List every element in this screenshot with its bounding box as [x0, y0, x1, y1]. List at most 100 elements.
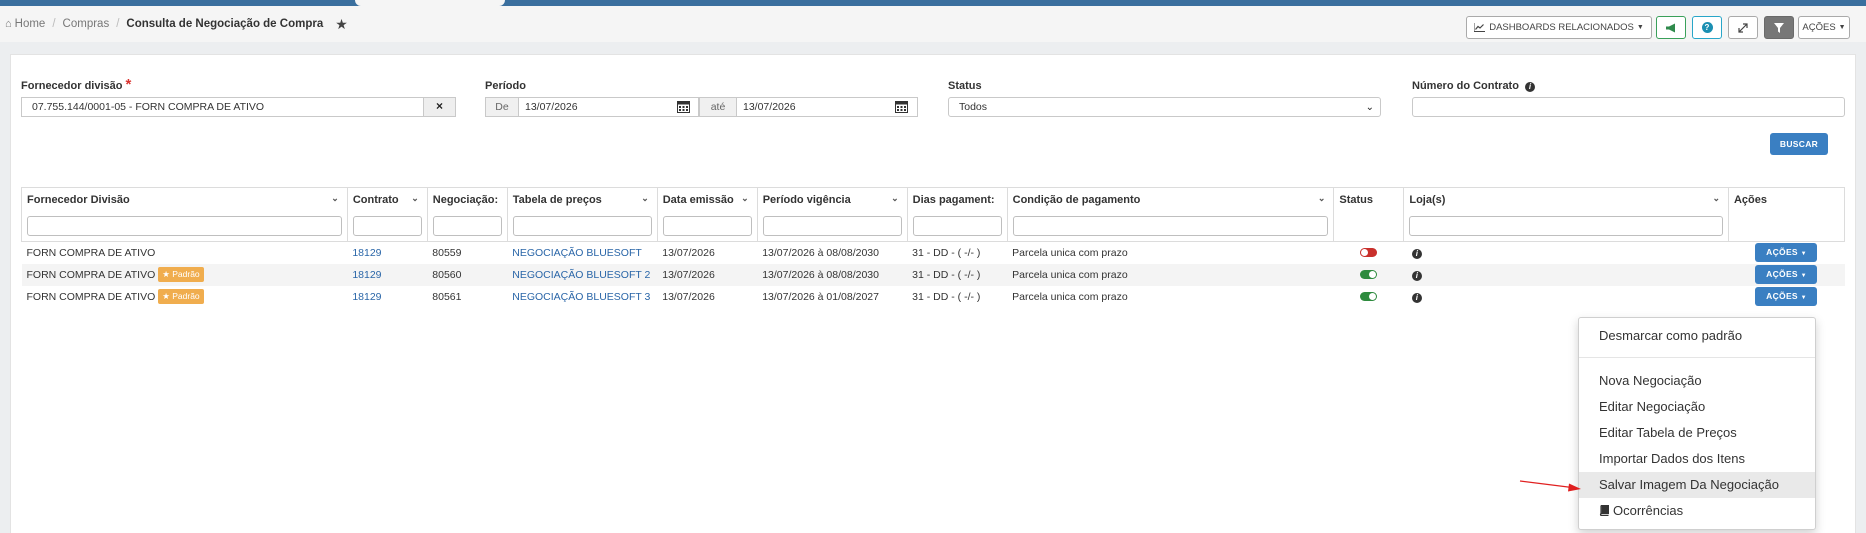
calendar-icon[interactable]	[895, 100, 908, 113]
chevron-down-icon[interactable]: ⌄	[1712, 193, 1720, 204]
cell-negotiation: 80561	[432, 290, 462, 303]
period-to-field[interactable]: 13/07/2026	[736, 97, 918, 117]
chevron-down-icon[interactable]: ⌄	[641, 193, 649, 204]
price-table-link[interactable]: NEGOCIAÇÃO BLUESOFT 3	[512, 291, 650, 303]
filter-cell	[426, 211, 508, 242]
period-to-addon: até	[699, 97, 737, 117]
filter-button[interactable]	[1764, 16, 1794, 39]
column-header-issue-date[interactable]: Data emissão ⌄	[656, 187, 758, 212]
status-toggle-off[interactable]	[1360, 248, 1378, 258]
chevron-down-icon[interactable]: ⌄	[1318, 193, 1326, 204]
filter-input-payment-condition[interactable]	[1012, 216, 1329, 237]
cell-payment-condition: Parcela unica com prazo	[1012, 290, 1128, 303]
caret-down-icon: ▼	[1800, 273, 1807, 279]
page-actions-dropdown[interactable]: AÇÕES ▼	[1798, 16, 1850, 39]
menu-item-edit-price-table[interactable]: Editar Tabela de Preços	[1579, 420, 1815, 446]
filter-cell	[506, 211, 658, 242]
filter-input-contract[interactable]	[352, 216, 422, 237]
column-header-payment-condition[interactable]: Condição de pagamento ⌄	[1006, 187, 1335, 212]
row-actions-label: AÇÕES	[1766, 247, 1798, 258]
filter-input-payment-days[interactable]	[912, 216, 1002, 237]
chevron-down-icon[interactable]: ⌄	[891, 193, 899, 204]
breadcrumb-compras[interactable]: Compras	[63, 18, 110, 30]
cell-payment-condition: Parcela unica com prazo	[1007, 263, 1334, 286]
clear-supplier-button[interactable]: ×	[423, 97, 456, 117]
column-header-negotiation[interactable]: Negociação:	[426, 187, 508, 212]
required-asterisk-icon: *	[125, 76, 132, 93]
chevron-down-icon: ⌄	[1365, 102, 1374, 113]
default-badge: ★ Padrão	[158, 289, 204, 304]
filter-cell	[1006, 211, 1335, 242]
home-icon[interactable]: ⌂	[5, 18, 12, 30]
dashboards-related-button[interactable]: DASHBOARDS RELACIONADOS ▼	[1466, 16, 1652, 39]
cell-actions: AÇÕES ▼	[1728, 242, 1844, 264]
cell-payment-days: 31 - DD - ( -/- )	[907, 263, 1008, 286]
filter-input-stores[interactable]	[1409, 216, 1723, 237]
cell-price-table: NEGOCIAÇÃO BLUESOFT 3	[507, 286, 657, 308]
calendar-icon[interactable]	[677, 100, 690, 113]
cell-issue-date: 13/07/2026	[662, 246, 715, 259]
status-toggle-on[interactable]	[1360, 292, 1378, 302]
search-button[interactable]: BUSCAR	[1770, 133, 1828, 155]
supplier-field[interactable]: 07.755.144/0001-05 - FORN COMPRA DE ATIV…	[21, 97, 424, 117]
price-table-link[interactable]: NEGOCIAÇÃO BLUESOFT	[512, 247, 642, 259]
status-toggle-on[interactable]	[1360, 270, 1378, 280]
favorite-star-icon[interactable]: ★	[335, 17, 349, 31]
table-row[interactable]: FORN COMPRA DE ATIVO ★ Padrão 18129 80561…	[22, 286, 1845, 308]
period-from-value: 13/07/2026	[525, 101, 578, 113]
breadcrumb-home[interactable]: Home	[15, 18, 46, 30]
column-header-stores[interactable]: Loja(s) ⌄	[1403, 187, 1729, 212]
caret-down-icon: ▼	[1838, 24, 1846, 31]
menu-item-edit-negotiation[interactable]: Editar Negociação	[1579, 394, 1815, 420]
price-table-link[interactable]: NEGOCIAÇÃO BLUESOFT 2	[512, 269, 650, 281]
cell-actions: AÇÕES ▼	[1728, 263, 1845, 286]
chevron-down-icon[interactable]: ⌄	[741, 193, 749, 204]
status-select[interactable]: Todos ⌄	[948, 97, 1381, 117]
filter-input-issue-date[interactable]	[662, 216, 752, 237]
filter-input-negotiation[interactable]	[432, 216, 502, 237]
column-header-supplier[interactable]: Fornecedor Divisão ⌄	[21, 187, 348, 212]
cell-negotiation: 80559	[432, 246, 462, 259]
column-header-payment-days[interactable]: Dias pagament:	[906, 187, 1008, 212]
fullscreen-button[interactable]	[1728, 16, 1758, 39]
filter-cell	[756, 211, 908, 242]
period-to-value: 13/07/2026	[743, 101, 796, 113]
column-header-price-table[interactable]: Tabela de preços ⌄	[506, 187, 658, 212]
announcement-button[interactable]	[1656, 16, 1686, 39]
contract-number-label: Número do Contrato i	[1412, 80, 1536, 92]
cell-validity: 13/07/2026 à 08/08/2030	[762, 246, 879, 259]
cell-contract: 18129	[347, 263, 428, 286]
info-icon[interactable]: i	[1411, 292, 1422, 303]
contract-link[interactable]: 18129	[352, 291, 381, 303]
row-actions-button[interactable]: AÇÕES ▼	[1755, 243, 1818, 263]
filter-input-supplier[interactable]	[27, 216, 342, 237]
info-icon[interactable]: i	[1411, 248, 1422, 259]
chevron-down-icon[interactable]: ⌄	[331, 193, 339, 204]
filter-input-validity[interactable]	[762, 216, 902, 237]
help-button[interactable]: ?	[1692, 16, 1722, 39]
column-header-contract[interactable]: Contrato ⌄	[346, 187, 428, 212]
menu-item-save-image[interactable]: Salvar Imagem Da Negociação	[1579, 472, 1815, 498]
column-header-status[interactable]: Status	[1333, 187, 1405, 212]
menu-item-occurrences[interactable]: Ocorrências	[1579, 498, 1815, 524]
row-actions-button[interactable]: AÇÕES ▼	[1755, 265, 1818, 284]
contract-link[interactable]: 18129	[352, 269, 381, 281]
row-actions-button[interactable]: AÇÕES ▼	[1755, 287, 1818, 306]
column-header-label: Tabela de preços	[512, 193, 602, 206]
menu-item-import-items[interactable]: Importar Dados dos Itens	[1579, 446, 1815, 472]
contract-link[interactable]: 18129	[352, 247, 381, 259]
column-header-validity[interactable]: Período vigência ⌄	[756, 187, 908, 212]
chevron-down-icon[interactable]: ⌄	[411, 193, 419, 204]
period-from-field[interactable]: 13/07/2026	[518, 97, 699, 117]
status-label: Status	[948, 80, 982, 92]
contract-number-field[interactable]	[1412, 97, 1845, 117]
menu-item-unset-default[interactable]: Desmarcar como padrão	[1579, 323, 1815, 349]
menu-item-new-negotiation[interactable]: Nova Negociação	[1579, 368, 1815, 394]
table-row[interactable]: FORN COMPRA DE ATIVO 18129 80559 NEGOCIA…	[22, 242, 1845, 264]
info-icon[interactable]: i	[1525, 82, 1536, 92]
info-icon[interactable]: i	[1411, 270, 1422, 281]
column-header-label: Ações	[1733, 193, 1768, 206]
table-row[interactable]: FORN COMPRA DE ATIVO ★ Padrão 18129 80560…	[21, 263, 1845, 286]
question-circle-icon: ?	[1701, 22, 1713, 33]
filter-input-price-table[interactable]	[512, 216, 652, 237]
